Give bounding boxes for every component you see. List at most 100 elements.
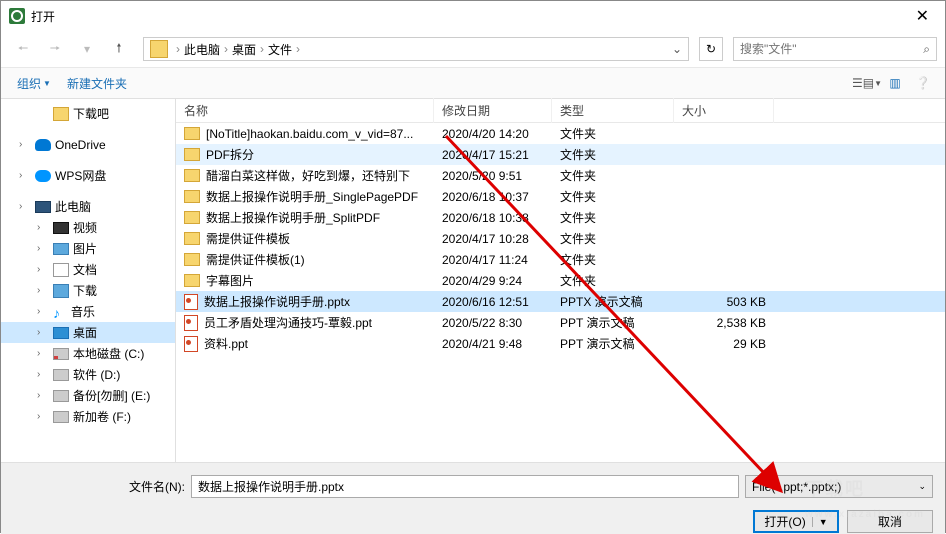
file-name: 需提供证件模板(1)	[206, 251, 305, 268]
file-row[interactable]: [NoTitle]haokan.baidu.com_v_vid=87...202…	[176, 123, 945, 144]
view-button[interactable]: ☰▤ ▼	[853, 71, 881, 95]
search-box[interactable]: ⌕	[733, 37, 937, 61]
sidebar-item-label: 备份[勿删] (E:)	[73, 387, 150, 404]
sidebar-item-label: 下载吧	[73, 105, 109, 122]
file-size	[674, 153, 774, 157]
breadcrumb[interactable]: › 此电脑 › 桌面 › 文件 › ⌄	[143, 37, 689, 61]
crumb-item[interactable]: 此电脑	[184, 41, 220, 58]
expand-icon[interactable]: ›	[37, 264, 49, 275]
file-row[interactable]: 数据上报操作说明手册.pptx2020/6/16 12:51PPTX 演示文稿5…	[176, 291, 945, 312]
file-row[interactable]: 员工矛盾处理沟通技巧-覃毅.ppt 2020/5/22 8:30PPT 演示文稿2…	[176, 312, 945, 333]
filename-input[interactable]	[191, 475, 739, 498]
file-date: 2020/5/22 8:30	[434, 314, 552, 332]
close-button[interactable]: ✕	[908, 2, 937, 30]
file-row[interactable]: 字幕图片2020/4/29 9:24文件夹	[176, 270, 945, 291]
folder-icon	[184, 232, 200, 245]
back-button[interactable]: 🠔	[9, 35, 37, 63]
file-row[interactable]: 资料.ppt2020/4/21 9:48PPT 演示文稿29 KB	[176, 333, 945, 354]
sidebar-item[interactable]: ›文档	[1, 259, 175, 280]
file-date: 2020/4/29 9:24	[434, 272, 552, 290]
file-date: 2020/4/21 9:48	[434, 335, 552, 353]
file-type: 文件夹	[552, 123, 674, 144]
sidebar-item[interactable]: ›下载	[1, 280, 175, 301]
sidebar-item-label: 新加卷 (F:)	[73, 408, 131, 425]
file-date: 2020/6/16 12:51	[434, 293, 552, 311]
open-button[interactable]: 打开(O)▼	[753, 510, 839, 533]
forward-button[interactable]: 🠖	[41, 35, 69, 63]
file-size	[674, 216, 774, 220]
file-size: 29 KB	[674, 335, 774, 353]
preview-button[interactable]: ▥	[881, 71, 909, 95]
sidebar-item[interactable]: ›WPS网盘	[1, 165, 175, 186]
expand-icon[interactable]: ›	[37, 411, 49, 422]
expand-icon[interactable]: ›	[37, 390, 49, 401]
file-name: PDF拆分	[206, 146, 254, 163]
sidebar-item[interactable]: › OneDrive	[1, 134, 175, 155]
file-name: 员工矛盾处理沟通技巧-覃毅.ppt	[204, 314, 372, 331]
ppt-icon	[184, 336, 198, 352]
folder-icon	[184, 190, 200, 203]
expand-icon[interactable]: ›	[19, 201, 31, 212]
up-button[interactable]: 🠕	[105, 35, 133, 63]
column-size[interactable]: 大小	[674, 98, 774, 123]
file-size	[674, 195, 774, 199]
file-type: PPT 演示文稿	[552, 312, 674, 333]
file-size: 2,538 KB	[674, 314, 774, 332]
sidebar-item[interactable]: ›♪音乐	[1, 301, 175, 322]
disk-icon	[53, 369, 69, 381]
file-row[interactable]: 需提供证件模板2020/4/17 10:28文件夹	[176, 228, 945, 249]
folder-icon	[184, 253, 200, 266]
expand-icon[interactable]: ›	[37, 285, 49, 296]
expand-icon[interactable]: ›	[37, 369, 49, 380]
chevron-right-icon: ›	[220, 42, 232, 56]
filetype-filter[interactable]: File(*.ppt;*.pptx;)⌄	[745, 475, 933, 498]
sidebar-item[interactable]: ›下载吧	[1, 103, 175, 124]
sidebar-item[interactable]: ›本地磁盘 (C:)	[1, 343, 175, 364]
file-date: 2020/6/18 10:38	[434, 209, 552, 227]
diskred-icon	[53, 348, 69, 360]
expand-icon[interactable]: ›	[19, 170, 31, 181]
column-name[interactable]: 名称	[176, 98, 434, 123]
folder-icon	[184, 127, 200, 140]
search-input[interactable]	[740, 42, 923, 56]
file-type: 文件夹	[552, 249, 674, 270]
refresh-button[interactable]: ↻	[699, 37, 723, 61]
cancel-button[interactable]: 取消	[847, 510, 933, 533]
expand-icon[interactable]: ›	[37, 348, 49, 359]
folder-icon	[184, 148, 200, 161]
crumb-item[interactable]: 文件	[268, 41, 292, 58]
wps-icon	[35, 170, 51, 182]
sidebar-item[interactable]: ›视频	[1, 217, 175, 238]
sidebar-item[interactable]: ›此电脑	[1, 196, 175, 217]
expand-icon[interactable]: ›	[37, 243, 49, 254]
help-button[interactable]: ❔	[909, 71, 937, 95]
recent-dropdown[interactable]: ▾	[73, 35, 101, 63]
sidebar-item[interactable]: ›桌面	[1, 322, 175, 343]
sidebar-item[interactable]: › 新加卷 (F:)	[1, 406, 175, 427]
chevron-right-icon: ›	[292, 42, 304, 56]
expand-icon[interactable]: ›	[37, 306, 49, 317]
search-icon[interactable]: ⌕	[923, 42, 930, 57]
column-type[interactable]: 类型	[552, 98, 674, 123]
sidebar-item-label: OneDrive	[55, 138, 106, 152]
file-row[interactable]: 需提供证件模板(1)2020/4/17 11:24文件夹	[176, 249, 945, 270]
crumb-item[interactable]: 桌面	[232, 41, 256, 58]
organize-button[interactable]: 组织 ▼	[9, 71, 59, 96]
sidebar-item[interactable]: ›软件 (D:)	[1, 364, 175, 385]
file-row[interactable]: PDF拆分2020/4/17 15:21文件夹	[176, 144, 945, 165]
sidebar-item[interactable]: ›图片	[1, 238, 175, 259]
file-list: [NoTitle]haokan.baidu.com_v_vid=87...202…	[176, 123, 945, 354]
breadcrumb-dropdown[interactable]: ⌄	[668, 42, 686, 56]
folder-icon	[184, 211, 200, 224]
file-row[interactable]: 数据上报操作说明手册_SinglePagePDF2020/6/18 10:37文…	[176, 186, 945, 207]
file-row[interactable]: 数据上报操作说明手册_SplitPDF2020/6/18 10:38文件夹	[176, 207, 945, 228]
sidebar-item[interactable]: › 备份[勿删] (E:)	[1, 385, 175, 406]
img-icon	[53, 243, 69, 255]
expand-icon[interactable]: ›	[37, 222, 49, 233]
expand-icon[interactable]: ›	[37, 327, 49, 338]
new-folder-button[interactable]: 新建文件夹	[59, 71, 135, 96]
file-row[interactable]: 醋溜白菜这样做，好吃到爆，还特别下2020/5/20 9:51文件夹	[176, 165, 945, 186]
column-date[interactable]: 修改日期	[434, 98, 552, 123]
file-name: 数据上报操作说明手册.pptx	[204, 293, 350, 310]
expand-icon[interactable]: ›	[19, 139, 31, 150]
